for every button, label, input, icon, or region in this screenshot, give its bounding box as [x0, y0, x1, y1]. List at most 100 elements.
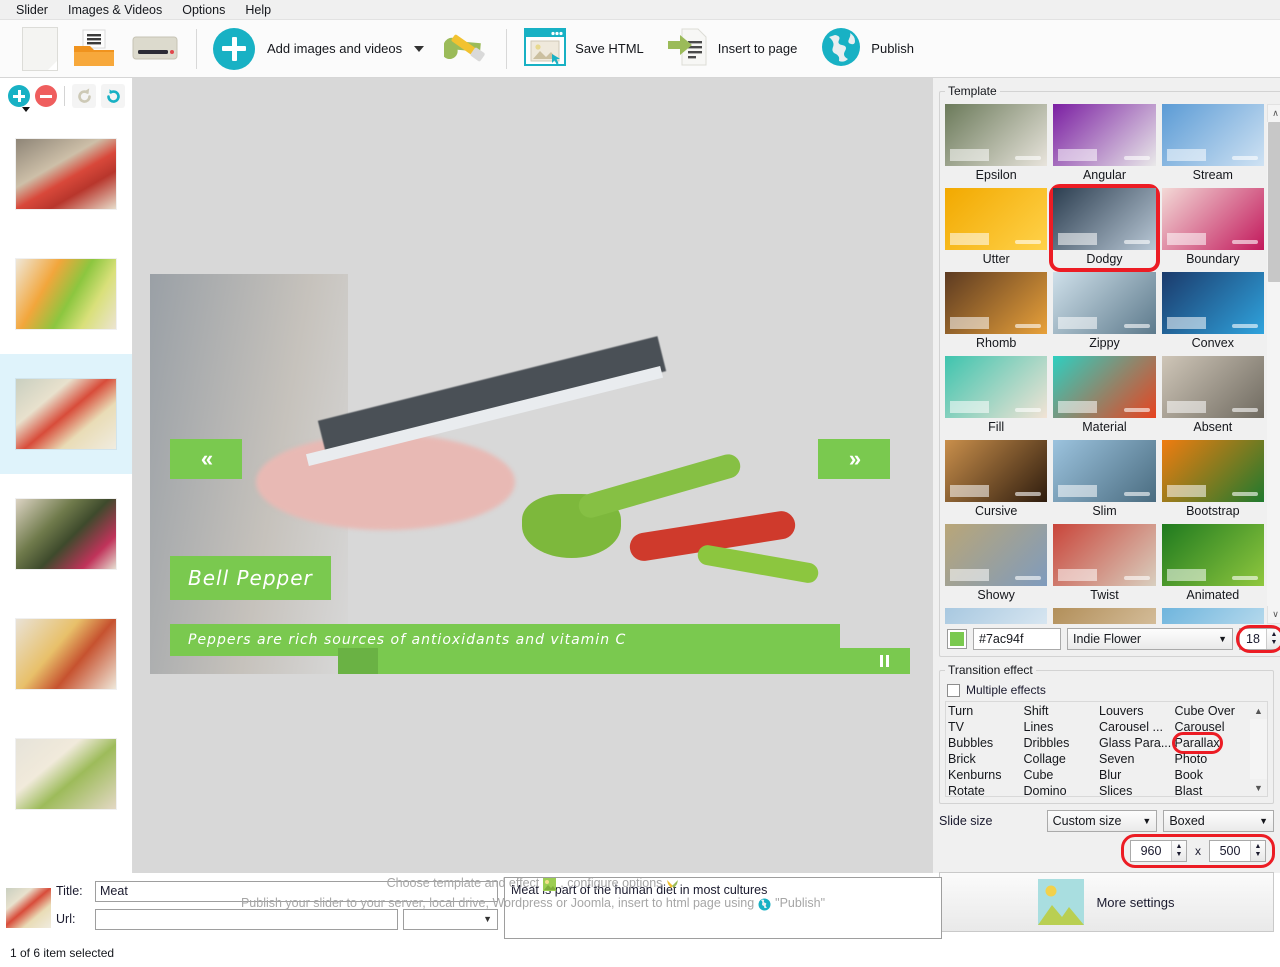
transition-effect-blast[interactable]: Blast	[1175, 783, 1249, 796]
height-spinner-arrows[interactable]: ▲ ▼	[1250, 841, 1265, 861]
slide-height-stepper[interactable]: 500 ▲ ▼	[1209, 840, 1266, 862]
template-item-material[interactable]: Material	[1053, 356, 1156, 436]
template-item-fill[interactable]: Fill	[945, 356, 1048, 436]
template-item-utter[interactable]: Utter	[945, 188, 1048, 268]
template-scroll-up-button[interactable]: ∧	[1267, 105, 1280, 122]
multiple-effects-row[interactable]: Multiple effects	[947, 683, 1268, 697]
slide-thumbnail-item-selected[interactable]	[0, 354, 132, 474]
caption-color-hex-input[interactable]: #7ac94f	[973, 628, 1061, 650]
transition-effect-list[interactable]: Turn TV Bubbles Brick Kenburns Rotate Shift Lin…	[945, 701, 1268, 797]
slide-thumbnail-item[interactable]	[0, 714, 132, 834]
transition-effect-louvers[interactable]: Louvers	[1099, 703, 1173, 719]
transition-effect-glass-para[interactable]: Glass Para...	[1099, 735, 1173, 751]
template-scroll-track[interactable]	[1267, 122, 1280, 606]
transition-effect-bubbles[interactable]: Bubbles	[948, 735, 1022, 751]
add-slide-chevron-icon[interactable]	[22, 107, 30, 112]
add-images-and-videos-button[interactable]: Add images and videos	[207, 26, 430, 72]
transition-effect-domino[interactable]: Domino	[1024, 783, 1098, 796]
transition-scrollbar[interactable]: ▲ ▼	[1250, 702, 1267, 796]
rotate-left-button[interactable]	[72, 84, 96, 108]
slide-width-stepper[interactable]: 960 ▲ ▼	[1130, 840, 1187, 862]
template-item-zippy[interactable]: Zippy	[1053, 272, 1156, 352]
template-scrollbar[interactable]: ∧ ∨	[1267, 104, 1280, 624]
template-item-boundary[interactable]: Boundary	[1161, 188, 1264, 268]
slide-layout-select[interactable]: Boxed ▼	[1163, 810, 1274, 832]
template-item-absent[interactable]: Absent	[1161, 356, 1264, 436]
slider-prev-button[interactable]: «	[170, 439, 242, 479]
template-scroll-thumb[interactable]	[1268, 122, 1280, 282]
transition-effect-brick[interactable]: Brick	[948, 751, 1022, 767]
font-size-spinner-arrows[interactable]: ▲ ▼	[1266, 629, 1280, 649]
template-item-car[interactable]: Car	[1161, 608, 1264, 624]
template-item-stream[interactable]: Stream	[1161, 104, 1264, 184]
template-item-slim[interactable]: Slim	[1053, 440, 1156, 520]
slider-preview[interactable]: « » Bell Pepper Peppers are rich sources…	[150, 274, 910, 674]
template-item-epsilon[interactable]: Epsilon	[945, 104, 1048, 184]
rotate-right-button[interactable]	[101, 84, 125, 108]
pause-button[interactable]	[880, 655, 892, 667]
menu-item-images-videos[interactable]: Images & Videos	[58, 1, 172, 19]
spinner-up-icon[interactable]: ▲	[1255, 843, 1262, 850]
template-item-rhomb[interactable]: Rhomb	[945, 272, 1048, 352]
transition-effect-blur[interactable]: Blur	[1099, 767, 1173, 783]
template-item-animated[interactable]: Animated	[1161, 524, 1264, 604]
tools-options-button[interactable]	[438, 23, 496, 74]
template-item-twist[interactable]: Twist	[1053, 524, 1156, 604]
multiple-effects-checkbox[interactable]	[947, 683, 960, 697]
transition-effect-shift[interactable]: Shift	[1024, 703, 1098, 719]
transition-effect-lines[interactable]: Lines	[1024, 719, 1098, 735]
add-slide-button[interactable]	[8, 85, 30, 107]
template-item-angular[interactable]: Angular	[1053, 104, 1156, 184]
template-item-convex[interactable]: Convex	[1161, 272, 1264, 352]
transition-effect-parallax[interactable]: Parallax	[1171, 732, 1223, 754]
menu-item-slider[interactable]: Slider	[6, 1, 58, 19]
width-spinner-arrows[interactable]: ▲ ▼	[1171, 841, 1186, 861]
transition-effect-slices[interactable]: Slices	[1099, 783, 1173, 796]
insert-to-page-button[interactable]: Insert to page	[660, 23, 804, 74]
open-project-button[interactable]	[64, 26, 124, 72]
spinner-up-icon[interactable]: ▲	[1271, 631, 1278, 638]
menu-item-options[interactable]: Options	[172, 1, 235, 19]
slide-thumbnail-item[interactable]	[0, 474, 132, 594]
template-item-cityscape[interactable]: Cityscape	[1053, 608, 1156, 624]
remove-slide-button[interactable]	[35, 85, 57, 107]
transition-effect-seven[interactable]: Seven	[1099, 751, 1173, 767]
template-item-dodgy[interactable]: Dodgy	[1049, 184, 1160, 272]
menu-item-help[interactable]: Help	[235, 1, 281, 19]
spinner-down-icon[interactable]: ▼	[1255, 851, 1262, 858]
transition-effect-photo[interactable]: Photo	[1175, 751, 1249, 767]
template-item-cursive[interactable]: Cursive	[945, 440, 1048, 520]
caption-font-family-select[interactable]: Indie Flower ▼	[1067, 628, 1233, 650]
template-item-alps[interactable]: Alps	[945, 608, 1048, 624]
transition-effect-book[interactable]: Book	[1175, 767, 1249, 783]
transition-scroll-up-button[interactable]: ▲	[1250, 702, 1267, 719]
publish-button[interactable]: Publish	[813, 23, 920, 74]
slide-thumbnail-item[interactable]	[0, 114, 132, 234]
new-project-button[interactable]	[16, 25, 64, 73]
spinner-down-icon[interactable]: ▼	[1271, 639, 1278, 646]
template-item-showy[interactable]: Showy	[945, 524, 1048, 604]
caption-font-size-stepper[interactable]: 18 ▲ ▼	[1239, 628, 1280, 650]
transition-effect-cube[interactable]: Cube	[1024, 767, 1098, 783]
transition-effect-cube-over[interactable]: Cube Over	[1175, 703, 1249, 719]
transition-effect-dribbles[interactable]: Dribbles	[1024, 735, 1098, 751]
transition-scroll-down-button[interactable]: ▼	[1250, 779, 1267, 796]
slider-next-button[interactable]: »	[818, 439, 890, 479]
spinner-down-icon[interactable]: ▼	[1176, 851, 1183, 858]
spinner-up-icon[interactable]: ▲	[1176, 843, 1183, 850]
transition-effect-collage[interactable]: Collage	[1024, 751, 1098, 767]
transition-effect-carousel[interactable]: Carousel	[1175, 719, 1249, 735]
transition-scroll-track[interactable]	[1250, 719, 1267, 779]
template-scroll-down-button[interactable]: ∨	[1267, 606, 1280, 623]
slide-size-mode-select[interactable]: Custom size ▼	[1046, 810, 1158, 832]
slide-thumbnail-item[interactable]	[0, 234, 132, 354]
chevron-down-icon[interactable]	[414, 45, 425, 52]
save-project-button[interactable]	[124, 27, 186, 71]
save-html-button[interactable]: Save HTML	[517, 24, 650, 73]
transition-effect-kenburns[interactable]: Kenburns	[948, 767, 1022, 783]
transition-effect-carousel[interactable]: Carousel ...	[1099, 719, 1173, 735]
template-item-bootstrap[interactable]: Bootstrap	[1161, 440, 1264, 520]
slide-thumbnail-item[interactable]	[0, 594, 132, 714]
transition-effect-turn[interactable]: Turn	[948, 703, 1022, 719]
transition-effect-rotate[interactable]: Rotate	[948, 783, 1022, 796]
